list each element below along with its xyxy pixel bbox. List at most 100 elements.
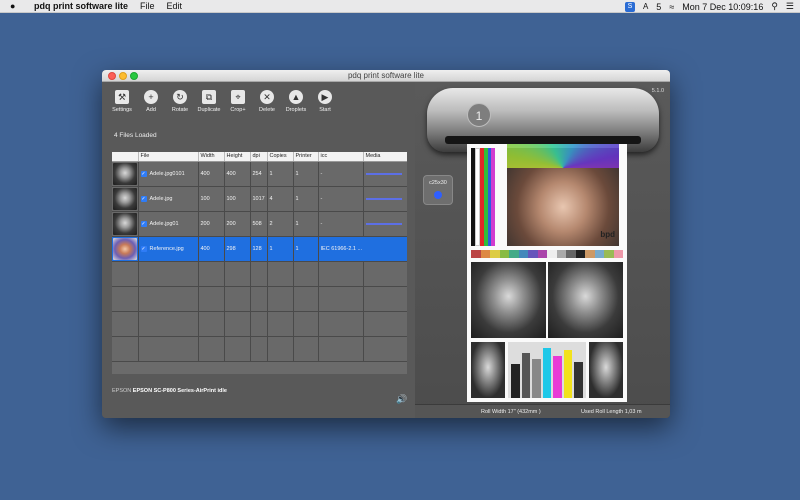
menu-file[interactable]: File (140, 1, 155, 11)
cell-height[interactable]: 400 (224, 161, 251, 187)
cell-copies[interactable]: 2 (267, 211, 294, 237)
roll-info-bar: Roll Width 17" (432mm ) Used Roll Length… (415, 404, 670, 418)
cell-width[interactable]: 100 (198, 186, 225, 212)
start-button[interactable]: ▶ Start (313, 86, 337, 113)
col-width[interactable]: Width (198, 152, 225, 162)
settings-button[interactable]: ⚒ Settings (110, 86, 134, 113)
paper-size-button[interactable]: c25x30 (423, 175, 453, 205)
cell-copies[interactable]: 4 (267, 186, 294, 212)
cell-height[interactable]: 100 (224, 186, 251, 212)
thumbnail (113, 237, 137, 260)
bpd-watermark: bpd (600, 230, 615, 239)
search-icon[interactable]: ⚲ (771, 1, 778, 12)
delete-icon: ✕ (260, 90, 274, 104)
status-app-icon[interactable]: S (624, 1, 635, 12)
portrait-small-right (589, 342, 623, 398)
printer-graphic: 1 (427, 88, 659, 152)
droplets-button[interactable]: ▲ Droplets (284, 86, 308, 113)
cell-printer[interactable]: 1 (293, 236, 319, 262)
roll-width: Roll Width 17" (432mm ) (481, 408, 541, 415)
cell-dpi[interactable]: 254 (250, 161, 268, 187)
window-title: pdq print software lite (347, 71, 425, 80)
cell-copies[interactable]: 1 (267, 236, 294, 262)
file-table[interactable]: File Width Height dpi Copies Printer icc… (112, 152, 407, 374)
printer-slot (445, 136, 641, 144)
play-icon: ▶ (318, 90, 332, 104)
cell-icc[interactable]: IEC 61966-2.1 ... (318, 236, 407, 262)
color-bars (471, 148, 496, 246)
cell-width[interactable]: 200 (198, 211, 225, 237)
cell-height[interactable]: 298 (224, 236, 251, 262)
portrait-small-left (471, 342, 505, 398)
checkbox[interactable]: ✓ (140, 220, 147, 227)
col-thumb (112, 152, 139, 162)
duplicate-button[interactable]: ⧉ Duplicate (197, 86, 221, 113)
cell-width[interactable]: 400 (198, 236, 225, 262)
menu-edit[interactable]: Edit (167, 1, 183, 11)
clock[interactable]: Mon 7 Dec 10:09:16 (682, 2, 763, 12)
media-indicator[interactable] (365, 172, 402, 175)
file-name: Adele.jpg0101 (149, 170, 185, 177)
checkbox[interactable]: ✓ (140, 245, 147, 252)
version-label: 5.1.0 (651, 88, 664, 94)
checkbox[interactable]: ✓ (140, 170, 147, 177)
thumbnail (113, 212, 137, 235)
menu-bar: ● pdq print software lite File Edit S A … (0, 0, 800, 13)
speaker-icon[interactable]: 🔊 (396, 394, 407, 405)
swatch-strip (471, 250, 623, 258)
cell-dpi[interactable]: 508 (250, 211, 268, 237)
col-dpi[interactable]: dpi (250, 152, 268, 162)
col-media[interactable]: Media (363, 152, 407, 162)
table-row[interactable]: ✓ Adele.jpg0101 400 400 254 1 1 - (112, 161, 407, 187)
adobe-icon[interactable]: A (643, 2, 648, 11)
col-icc[interactable]: icc (318, 152, 364, 162)
status-brand: EPSON (112, 388, 132, 394)
used-roll-length: Used Roll Length 1,03 m (581, 408, 642, 415)
rotate-button[interactable]: ↻ Rotate (168, 86, 192, 113)
table-row-selected[interactable]: ✓ Reference.jpg 400 298 128 1 1 IEC 61966… (112, 236, 407, 262)
checkbox[interactable]: ✓ (140, 195, 147, 202)
cell-height[interactable]: 200 (224, 211, 251, 237)
cell-icc[interactable]: - (318, 161, 364, 187)
delete-button[interactable]: ✕ Delete (255, 86, 279, 113)
cell-printer[interactable]: 1 (293, 186, 319, 212)
table-row[interactable]: ✓ Adele.jpg01 200 200 508 2 1 - (112, 211, 407, 237)
paper-size-label: c25x30 (429, 180, 447, 186)
file-name: Reference.jpg (149, 245, 184, 252)
wrench-icon: ⚒ (115, 90, 129, 104)
droplet-icon: ▲ (289, 90, 303, 104)
table-row[interactable]: ✓ Adele.jpg 100 100 1017 4 1 - (112, 186, 407, 212)
plus-icon: + (144, 90, 158, 104)
title-bar[interactable]: pdq print software lite (102, 70, 670, 82)
app-window: pdq print software lite ⚒ Settings + Add… (102, 70, 670, 418)
printer-number-badge[interactable]: 1 (467, 103, 491, 127)
cell-printer[interactable]: 1 (293, 161, 319, 187)
media-indicator[interactable] (365, 197, 402, 200)
cell-printer[interactable]: 1 (293, 211, 319, 237)
file-name: Adele.jpg01 (149, 220, 179, 227)
thumbnail (113, 162, 137, 185)
status-count: 5 (656, 1, 662, 12)
cell-dpi[interactable]: 1017 (250, 186, 268, 212)
add-button[interactable]: + Add (139, 86, 163, 113)
cell-copies[interactable]: 1 (267, 161, 294, 187)
bottom-row (471, 342, 623, 398)
color-fan (507, 144, 619, 168)
list-icon[interactable]: ☰ (786, 1, 794, 12)
col-height[interactable]: Height (224, 152, 251, 162)
wifi-icon[interactable]: ≈ (669, 2, 674, 12)
print-preview-paper[interactable]: bpd (467, 144, 627, 402)
col-copies[interactable]: Copies (267, 152, 294, 162)
cell-icc[interactable]: - (318, 186, 364, 212)
cell-width[interactable]: 400 (198, 161, 225, 187)
menu-app-name[interactable]: pdq print software lite (34, 1, 128, 11)
col-file[interactable]: File (138, 152, 199, 162)
apple-icon[interactable]: ● (10, 1, 20, 11)
cell-dpi[interactable]: 128 (250, 236, 268, 262)
table-header: File Width Height dpi Copies Printer icc… (112, 152, 407, 162)
col-printer[interactable]: Printer (293, 152, 319, 162)
cell-icc[interactable]: - (318, 211, 364, 237)
crop-button[interactable]: ⌖ Crop+ (226, 86, 250, 113)
empty-row (112, 311, 407, 337)
media-indicator[interactable] (365, 222, 402, 225)
